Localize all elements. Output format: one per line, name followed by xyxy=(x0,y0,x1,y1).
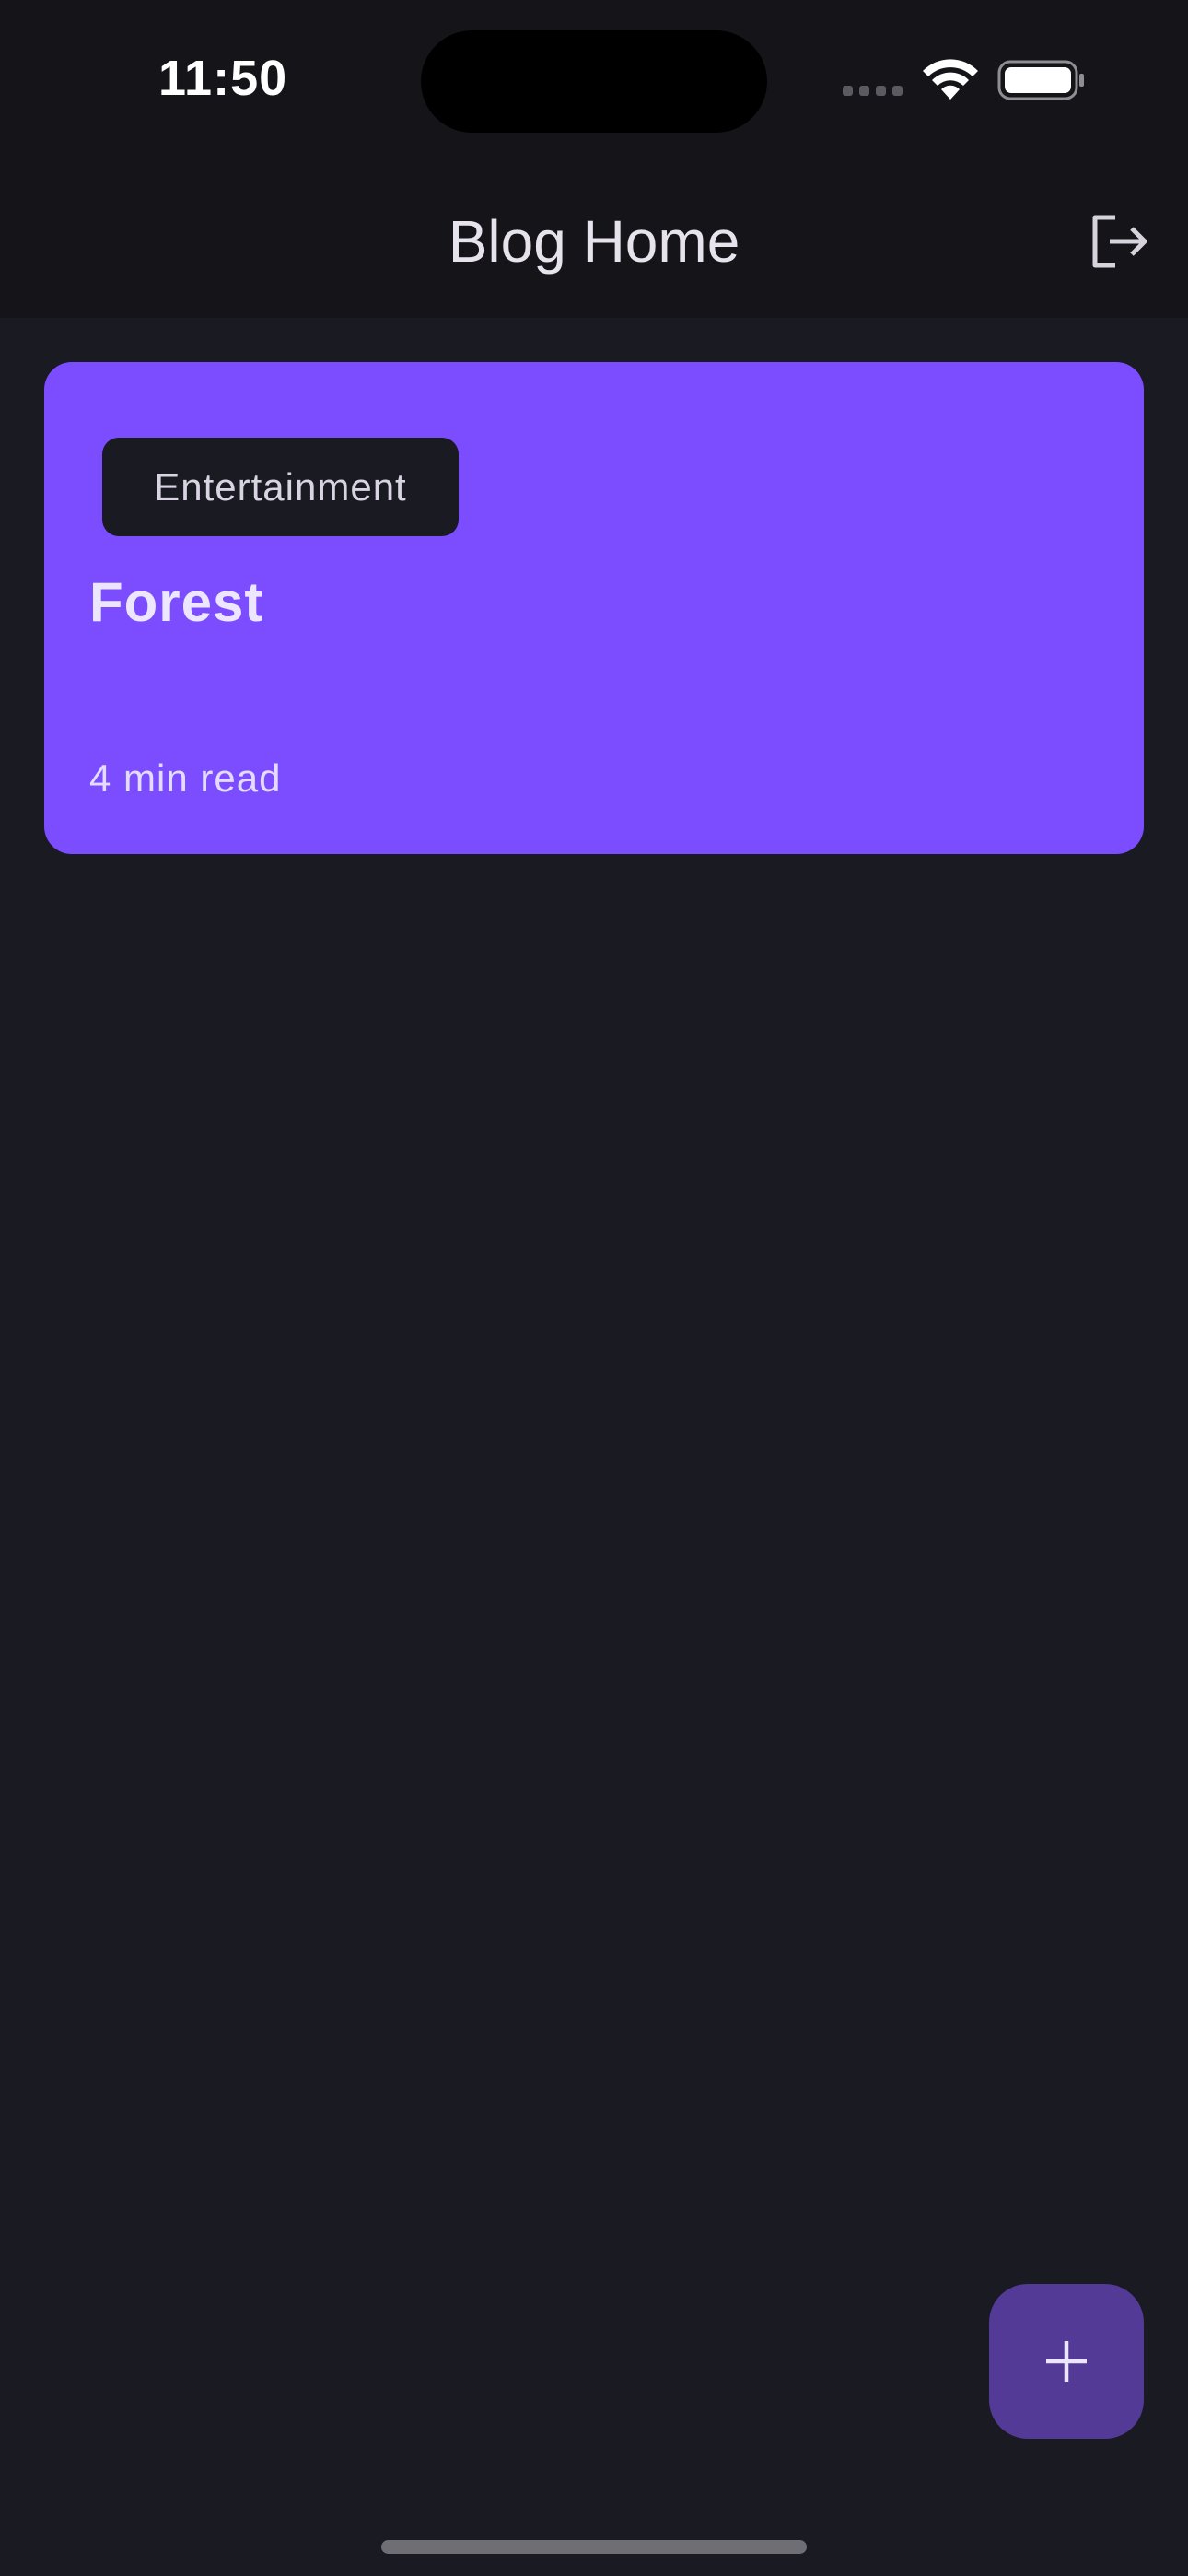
status-time: 11:50 xyxy=(158,51,288,106)
post-title: Forest xyxy=(89,571,264,633)
category-chip[interactable]: Entertainment xyxy=(102,438,459,536)
cellular-signal-icon xyxy=(843,86,903,96)
dynamic-island xyxy=(421,30,767,133)
battery-icon xyxy=(997,60,1084,100)
wifi-icon xyxy=(923,59,978,100)
page-title: Blog Home xyxy=(448,208,740,275)
add-post-button[interactable] xyxy=(989,2284,1144,2439)
logout-icon xyxy=(1092,215,1147,268)
logout-button[interactable] xyxy=(1087,208,1153,275)
home-indicator[interactable] xyxy=(381,2540,807,2554)
post-card[interactable]: Entertainment Forest 4 min read xyxy=(44,362,1144,854)
read-time: 4 min read xyxy=(89,756,282,800)
top-bar: 11:50 Blog Home xyxy=(0,0,1188,318)
screen: 11:50 Blog Home Entertainment Forest 4 m xyxy=(0,0,1188,2576)
plus-icon xyxy=(1046,2341,1087,2382)
